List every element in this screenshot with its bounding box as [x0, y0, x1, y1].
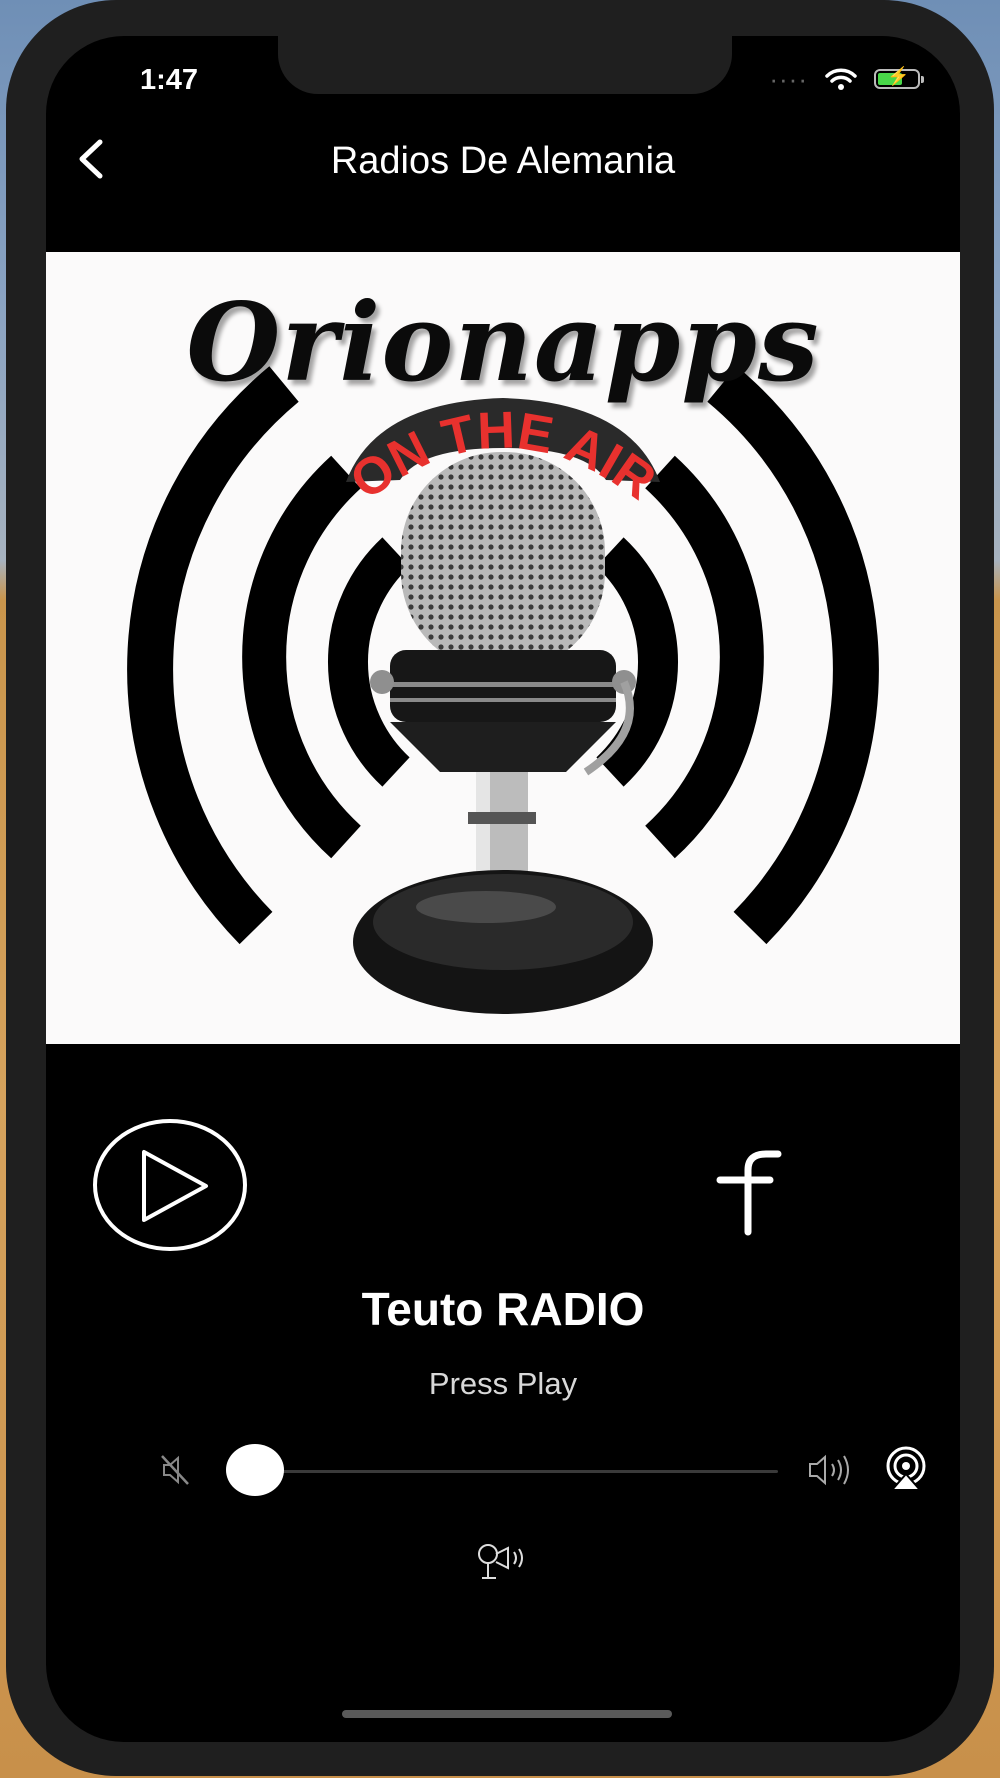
status-time: 1:47	[140, 64, 199, 96]
signal-icon: ····	[769, 64, 808, 94]
volume-slider-track[interactable]	[232, 1470, 778, 1473]
volume-up-icon	[809, 1454, 849, 1486]
page-title: Radios De Alemania	[330, 140, 676, 182]
volume-slider-thumb[interactable]	[226, 1444, 284, 1496]
navbar: Radios De Alemania	[46, 116, 960, 206]
app-screen: 1:47 ···· ⚡ Radios De Alemania ON THE AI…	[46, 36, 960, 1742]
play-button[interactable]	[90, 1116, 250, 1254]
mute-icon	[161, 1455, 189, 1485]
station-artwork: ON THE AIR Orionapps	[46, 252, 960, 1044]
facebook-icon[interactable]	[712, 1136, 782, 1236]
airplay-icon[interactable]	[880, 1446, 932, 1492]
battery-icon: ⚡	[874, 67, 924, 89]
notch	[278, 36, 732, 94]
status-icons: ···· ⚡	[769, 64, 924, 94]
artwork-logo-text: Orionapps	[186, 280, 820, 406]
wifi-icon	[825, 68, 857, 90]
volume-control	[46, 1434, 960, 1514]
speaker-icon[interactable]	[474, 1540, 532, 1582]
playback-status: Press Play	[428, 1366, 578, 1401]
home-indicator[interactable]	[342, 1710, 672, 1718]
station-name: Teuto RADIO	[361, 1283, 645, 1335]
phone-frame: 1:47 ···· ⚡ Radios De Alemania ON THE AI…	[6, 0, 994, 1776]
